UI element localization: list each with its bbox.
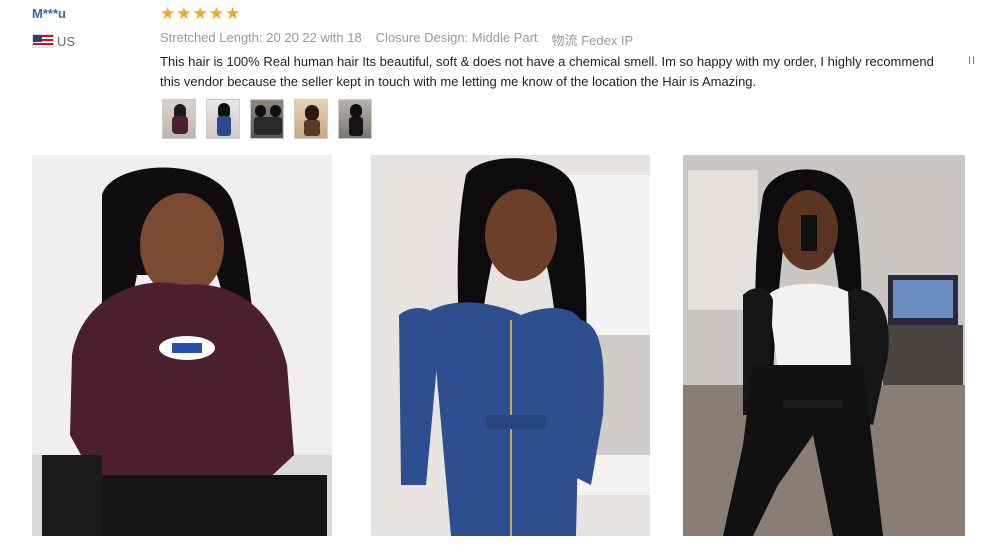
us-flag-icon xyxy=(32,34,54,48)
review-photo-1-image xyxy=(32,155,332,536)
attribute-value: 20 20 22 with 18 xyxy=(266,30,362,45)
photo-thumbnail-1[interactable] xyxy=(162,99,196,139)
photo-thumbnails xyxy=(162,99,372,139)
review-photo-2[interactable] xyxy=(371,155,650,536)
review-text: This hair is 100% Real human hair Its be… xyxy=(160,54,934,89)
review-photo-1[interactable] xyxy=(32,155,332,536)
star-icon: ★ xyxy=(176,4,192,23)
star-icon: ★ xyxy=(225,4,241,23)
pause-icon[interactable]: II xyxy=(968,55,976,67)
review-photo-2-image xyxy=(371,155,650,536)
photo-thumbnail-3[interactable] xyxy=(250,99,284,139)
photo-thumbnail-5[interactable] xyxy=(338,99,372,139)
reviewer-name: M***u xyxy=(32,6,66,21)
star-icon: ★ xyxy=(160,4,176,23)
attribute-key: Stretched Length: xyxy=(160,30,263,45)
reviewer-country: US xyxy=(57,34,76,49)
star-icon: ★ xyxy=(192,4,208,23)
star-icon: ★ xyxy=(208,4,224,23)
attribute-key: Closure Design: xyxy=(375,30,469,45)
star-rating: ★ ★ ★ ★ ★ xyxy=(160,5,240,22)
review-photo-3-image xyxy=(683,155,965,536)
attribute-key: 物流 xyxy=(551,33,578,48)
photo-thumbnail-2[interactable] xyxy=(206,99,240,139)
review-photo-3[interactable] xyxy=(683,155,965,536)
attribute-value: Middle Part xyxy=(471,30,538,45)
order-attributes: Stretched Length: 20 20 22 with 18 Closu… xyxy=(160,30,633,49)
attribute-value: Fedex IP xyxy=(581,33,634,48)
photo-thumbnail-4[interactable] xyxy=(294,99,328,139)
